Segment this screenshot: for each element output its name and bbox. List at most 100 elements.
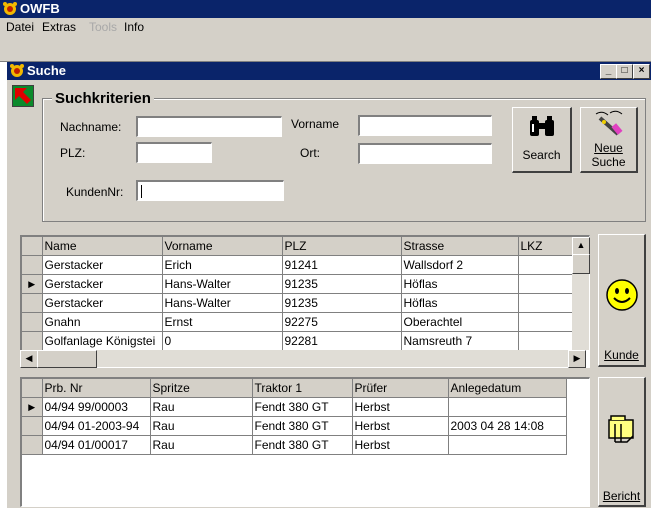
current-row-indicator-icon: ▶ [22, 397, 43, 417]
row-indicator [22, 435, 43, 455]
cell-name[interactable]: Golfanlage Königstei [42, 331, 163, 351]
scroll-right-arrow-icon[interactable]: ▶ [568, 350, 586, 368]
menu-info[interactable]: Info [124, 20, 144, 34]
column-header[interactable]: LKZ [518, 237, 574, 256]
cell-lkz[interactable] [518, 331, 574, 351]
scroll-thumb[interactable] [572, 254, 590, 274]
column-header[interactable]: Prüfer [352, 379, 449, 398]
cell-datum[interactable]: 2003 04 28 14:08 [448, 416, 567, 436]
cell-vorname[interactable]: Hans-Walter [162, 293, 283, 313]
smiley-icon [606, 279, 638, 311]
cell-spritze[interactable]: Rau [150, 397, 253, 417]
column-header[interactable]: Strasse [401, 237, 519, 256]
cell-vorname[interactable]: 0 [162, 331, 283, 351]
cell-plz[interactable]: 92275 [282, 312, 402, 332]
cell-spritze[interactable]: Rau [150, 435, 253, 455]
nachname-input[interactable] [136, 116, 282, 137]
column-header[interactable]: Prb. Nr [42, 379, 151, 398]
table-row[interactable]: 04/94 01-2003-94 Rau Fendt 380 GT Herbst… [22, 416, 567, 436]
menu-tools: Tools [89, 20, 118, 34]
cell-lkz[interactable] [518, 255, 574, 275]
search-button-label: Search [522, 148, 561, 162]
table-row[interactable]: Golfanlage Königstei 0 92281 Namsreuth 7 [22, 331, 574, 351]
cell-pruefer[interactable]: Herbst [352, 397, 449, 417]
ort-input[interactable] [358, 143, 492, 164]
nachname-label: Nachname: [60, 120, 122, 134]
column-header[interactable]: Vorname [162, 237, 283, 256]
plz-input[interactable] [136, 142, 212, 163]
cell-traktor[interactable]: Fendt 380 GT [252, 397, 353, 417]
column-header[interactable]: Traktor 1 [252, 379, 353, 398]
table-row[interactable]: Gerstacker Hans-Walter 91235 Höflas [22, 293, 574, 313]
column-header[interactable]: Name [42, 237, 163, 256]
cell-traktor[interactable]: Fendt 380 GT [252, 416, 353, 436]
cell-spritze[interactable]: Rau [150, 416, 253, 436]
report-table: Prb. Nr Spritze Traktor 1 Prüfer Anleged… [22, 379, 567, 455]
cell-name[interactable]: Gerstacker [42, 274, 163, 294]
kundennr-input[interactable] [136, 180, 284, 201]
vorname-input[interactable] [358, 115, 492, 136]
scroll-up-arrow-icon[interactable]: ▲ [572, 237, 590, 255]
cell-vorname[interactable]: Erich [162, 255, 283, 275]
scroll-left-arrow-icon[interactable]: ◀ [20, 350, 38, 368]
table-row[interactable]: ▶ 04/94 99/00003 Rau Fendt 380 GT Herbst [22, 397, 567, 417]
table-row[interactable]: ▶ Gerstacker Hans-Walter 91235 Höflas [22, 274, 574, 294]
column-header[interactable]: Anlegedatum [448, 379, 567, 398]
text-caret [141, 185, 142, 198]
ort-label: Ort: [300, 146, 320, 160]
close-button[interactable]: × [633, 64, 650, 79]
cell-name[interactable]: Gnahn [42, 312, 163, 332]
table-row[interactable]: Gnahn Ernst 92275 Oberachtel [22, 312, 574, 332]
table-row[interactable]: Gerstacker Erich 91241 Wallsdorf 2 [22, 255, 574, 275]
bericht-button-label: Bericht [602, 489, 641, 503]
maximize-button[interactable]: □ [616, 64, 633, 79]
menu-datei[interactable]: Datei [6, 20, 34, 34]
cell-lkz[interactable] [518, 312, 574, 332]
cell-datum[interactable] [448, 435, 567, 455]
cell-strasse[interactable]: Wallsdorf 2 [401, 255, 519, 275]
column-header[interactable]: PLZ [282, 237, 402, 256]
cell-plz[interactable]: 92281 [282, 331, 402, 351]
back-button[interactable] [12, 85, 34, 107]
cell-strasse[interactable]: Namsreuth 7 [401, 331, 519, 351]
customer-horizontal-scrollbar[interactable]: ◀ ▶ [20, 350, 586, 368]
search-criteria-legend: Suchkriterien [52, 90, 154, 107]
menu-bar: Datei Extras Tools Info [0, 18, 651, 36]
header-indicator [22, 379, 43, 398]
app-title-bar: OWFB [0, 0, 651, 18]
cell-prb-nr[interactable]: 04/94 01/00017 [42, 435, 151, 455]
column-header[interactable]: Spritze [150, 379, 253, 398]
cell-name[interactable]: Gerstacker [42, 255, 163, 275]
cell-strasse[interactable]: Oberachtel [401, 312, 519, 332]
vorname-label: Vorname [291, 117, 340, 131]
app-logo-icon [3, 2, 17, 15]
bericht-button[interactable]: Bericht [598, 377, 646, 507]
cell-vorname[interactable]: Hans-Walter [162, 274, 283, 294]
cell-strasse[interactable]: Höflas [401, 274, 519, 294]
menu-extras[interactable]: Extras [42, 20, 76, 34]
search-button[interactable]: Search [512, 107, 572, 173]
kunde-button[interactable]: Kunde [598, 234, 646, 367]
cell-traktor[interactable]: Fendt 380 GT [252, 435, 353, 455]
cell-name[interactable]: Gerstacker [42, 293, 163, 313]
new-search-button[interactable]: Neue Suche [580, 107, 638, 173]
cell-datum[interactable] [448, 397, 567, 417]
minimize-button[interactable]: _ [600, 64, 617, 79]
cell-plz[interactable]: 91241 [282, 255, 402, 275]
cell-lkz[interactable] [518, 293, 574, 313]
customer-grid: Name Vorname PLZ Strasse LKZ Gerstacker … [20, 235, 590, 368]
customer-vertical-scrollbar[interactable]: ▲ [572, 237, 590, 350]
cell-prb-nr[interactable]: 04/94 01-2003-94 [42, 416, 151, 436]
cell-plz[interactable]: 91235 [282, 274, 402, 294]
table-row[interactable]: 04/94 01/00017 Rau Fendt 380 GT Herbst [22, 435, 567, 455]
cell-pruefer[interactable]: Herbst [352, 435, 449, 455]
cell-prb-nr[interactable]: 04/94 99/00003 [42, 397, 151, 417]
cell-pruefer[interactable]: Herbst [352, 416, 449, 436]
cell-strasse[interactable]: Höflas [401, 293, 519, 313]
row-indicator [22, 293, 43, 313]
scroll-thumb[interactable] [37, 350, 97, 368]
cell-vorname[interactable]: Ernst [162, 312, 283, 332]
cell-plz[interactable]: 91235 [282, 293, 402, 313]
row-indicator [22, 255, 43, 275]
cell-lkz[interactable] [518, 274, 574, 294]
